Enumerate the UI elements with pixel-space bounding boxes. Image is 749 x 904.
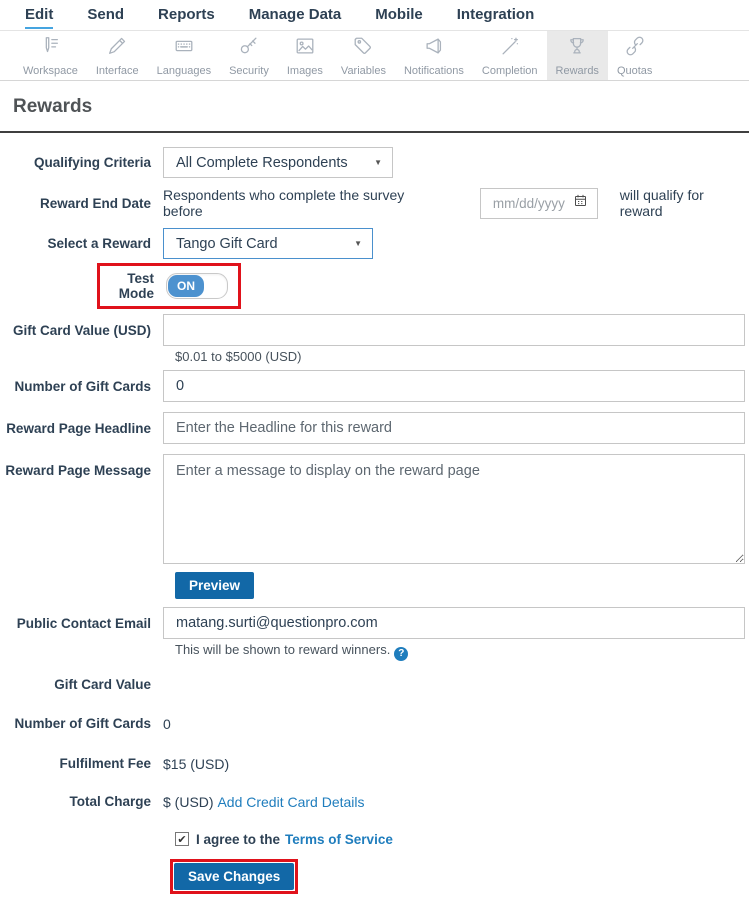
calendar-icon[interactable] xyxy=(573,193,588,213)
reward-headline-label: Reward Page Headline xyxy=(6,420,151,436)
tab-notifications[interactable]: Notifications xyxy=(395,31,473,80)
select-reward-select[interactable]: Tango Gift Card ▼ xyxy=(163,228,373,259)
test-mode-label: Test Mode xyxy=(118,271,154,301)
total-charge-value: $ (USD) Add Credit Card Details xyxy=(163,794,745,810)
select-reward-value: Tango Gift Card xyxy=(176,235,278,252)
gift-card-value-label: Gift Card Value (USD) xyxy=(12,322,151,338)
reward-end-date-input[interactable]: mm/dd/yyyy xyxy=(479,187,598,219)
tab-label: Images xyxy=(286,64,323,77)
summary-number-gift-cards: 0 xyxy=(163,715,171,732)
gift-card-value-input[interactable] xyxy=(163,314,745,346)
agree-text: I agree to the xyxy=(196,831,281,847)
total-charge-label: Total Charge xyxy=(69,794,151,809)
tab-images[interactable]: Images xyxy=(278,31,332,80)
tab-completion[interactable]: Completion xyxy=(473,31,547,80)
reward-end-date-label: Reward End Date xyxy=(39,195,151,211)
chevron-down-icon: ▼ xyxy=(374,158,382,167)
reward-end-date-prefix: Respondents who complete the survey befo… xyxy=(163,187,405,219)
terms-checkbox[interactable]: ✔ xyxy=(175,832,189,846)
summary-gift-card-value-label: Gift Card Value xyxy=(54,676,151,692)
save-changes-button[interactable]: Save Changes xyxy=(174,862,295,890)
chevron-down-icon: ▼ xyxy=(354,239,362,248)
gift-card-value-helper: $0.01 to $5000 (USD) xyxy=(175,349,302,364)
tab-label: Languages xyxy=(156,64,212,77)
preview-button[interactable]: Preview xyxy=(175,572,255,599)
select-reward-label: Select a Reward xyxy=(47,236,151,251)
top-menu-bar: Edit Send Reports Manage Data Mobile Int… xyxy=(0,0,749,31)
date-placeholder: mm/dd/yyyy xyxy=(492,195,565,211)
tab-label: Workspace xyxy=(23,64,78,77)
security-icon xyxy=(238,35,260,62)
tab-label: Security xyxy=(229,64,269,77)
qualifying-criteria-value: All Complete Respondents xyxy=(176,154,348,171)
test-mode-annotation-box: Test Mode ON xyxy=(97,263,241,309)
tab-rewards[interactable]: Rewards xyxy=(546,31,608,80)
tab-workspace[interactable]: Workspace xyxy=(14,31,87,80)
interface-icon xyxy=(106,35,128,62)
menu-edit[interactable]: Edit xyxy=(25,6,54,29)
languages-icon xyxy=(173,35,195,62)
rewards-form: Qualifying Criteria All Complete Respond… xyxy=(0,133,749,894)
summary-number-gift-cards-label: Number of Gift Cards xyxy=(14,716,151,731)
total-charge-amount: $ (USD) xyxy=(163,793,214,810)
tab-interface[interactable]: Interface xyxy=(87,31,148,80)
qualifying-criteria-select[interactable]: All Complete Respondents ▼ xyxy=(163,147,393,178)
tab-label: Notifications xyxy=(403,64,464,77)
reward-message-label: Reward Page Message xyxy=(5,463,151,478)
contact-email-label: Public Contact Email xyxy=(16,615,151,631)
save-annotation-box: Save Changes xyxy=(170,858,299,894)
test-mode-toggle[interactable]: ON xyxy=(166,273,228,299)
quotas-icon xyxy=(624,35,646,62)
tab-label: Variables xyxy=(340,64,386,77)
reward-message-textarea[interactable] xyxy=(163,454,745,564)
tab-quotas[interactable]: Quotas xyxy=(608,31,661,80)
tab-label: Completion xyxy=(481,64,538,77)
contact-email-helper: This will be shown to reward winners.? xyxy=(175,642,749,661)
menu-send[interactable]: Send xyxy=(87,6,124,27)
tab-label: Quotas xyxy=(616,64,653,77)
tab-label: Interface xyxy=(95,64,139,77)
reward-end-date-suffix: will qualify for reward xyxy=(619,187,704,219)
menu-integration[interactable]: Integration xyxy=(457,6,535,27)
variables-icon xyxy=(352,35,374,62)
rewards-icon xyxy=(566,35,588,62)
settings-toolbar: Workspace Interface Languages Security I… xyxy=(0,31,749,81)
toggle-on-label: ON xyxy=(168,275,204,297)
number-gift-cards-input[interactable] xyxy=(163,370,745,402)
tab-security[interactable]: Security xyxy=(220,31,278,80)
menu-manage-data[interactable]: Manage Data xyxy=(249,6,342,27)
fulfilment-fee-label: Fulfilment Fee xyxy=(59,756,151,771)
contact-email-input[interactable] xyxy=(163,607,745,639)
qualifying-criteria-label: Qualifying Criteria xyxy=(33,155,151,170)
images-icon xyxy=(294,35,316,62)
tab-variables[interactable]: Variables xyxy=(332,31,395,80)
fulfilment-fee-value: $15 (USD) xyxy=(163,755,230,772)
workspace-icon xyxy=(39,35,61,62)
number-gift-cards-label: Number of Gift Cards xyxy=(14,378,151,394)
completion-icon xyxy=(499,35,521,62)
reward-headline-input[interactable] xyxy=(163,412,745,444)
terms-of-service-link[interactable]: Terms of Service xyxy=(285,832,393,847)
notifications-icon xyxy=(423,35,445,62)
menu-reports[interactable]: Reports xyxy=(158,6,215,27)
tab-label: Rewards xyxy=(555,64,599,77)
menu-mobile[interactable]: Mobile xyxy=(375,6,423,27)
page-title: Rewards xyxy=(13,96,93,117)
tab-languages[interactable]: Languages xyxy=(148,31,220,80)
contact-email-helper-text: This will be shown to reward winners. xyxy=(175,642,391,657)
question-circle-icon[interactable]: ? xyxy=(394,646,409,661)
add-credit-card-link[interactable]: Add Credit Card Details xyxy=(217,794,364,810)
